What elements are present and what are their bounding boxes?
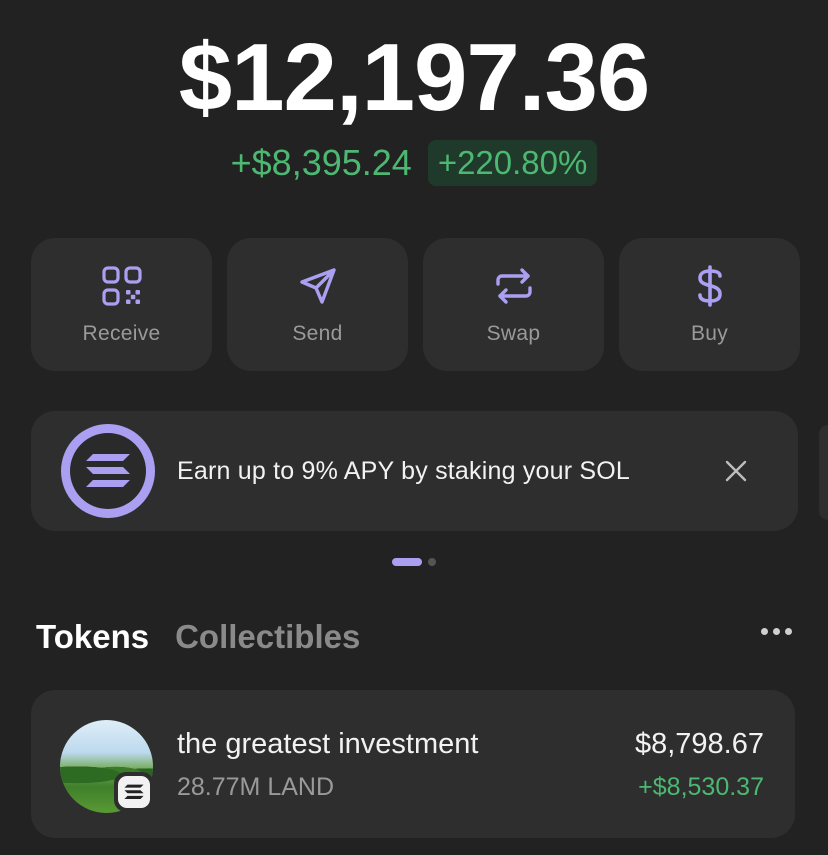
dollar-icon: [688, 264, 732, 308]
total-balance: $12,197.36: [178, 24, 650, 131]
wallet-home: $12,197.36 +$8,395.24 +220.80% Receive S…: [0, 0, 828, 855]
token-amount: 28.77M LAND: [177, 773, 335, 801]
pager-dot[interactable]: [428, 558, 436, 566]
token-change: +$8,530.37: [638, 773, 764, 801]
token-value: $8,798.67: [634, 728, 764, 760]
swap-button[interactable]: Swap: [423, 238, 604, 371]
qr-code-icon: [100, 264, 144, 308]
more-dot: [785, 628, 792, 635]
promo-text: Earn up to 9% APY by staking your SOL: [177, 457, 631, 485]
buy-button[interactable]: Buy: [619, 238, 800, 371]
close-icon[interactable]: [720, 455, 752, 487]
pager-dot-active: [392, 558, 422, 566]
send-button[interactable]: Send: [227, 238, 408, 371]
promo-pager: [392, 558, 436, 566]
buy-label: Buy: [690, 321, 729, 345]
asset-tabs: Tokens Collectibles: [36, 618, 360, 656]
more-dot: [761, 628, 768, 635]
send-label: Send: [292, 321, 343, 345]
receive-button[interactable]: Receive: [31, 238, 212, 371]
receive-label: Receive: [82, 321, 161, 345]
swap-icon: [492, 264, 536, 308]
balance-change-row: +$8,395.24 +220.80%: [0, 140, 828, 186]
next-promo-card-edge[interactable]: [819, 425, 828, 520]
action-buttons: Receive Send Swap Buy: [31, 238, 800, 371]
token-name: the greatest investment: [177, 728, 479, 760]
more-options-button[interactable]: [761, 628, 792, 635]
balance-change-percent-badge: +220.80%: [427, 140, 598, 186]
send-icon: [296, 264, 340, 308]
token-row[interactable]: the greatest investment 28.77M LAND $8,7…: [31, 690, 795, 838]
balance-change-amount: +$8,395.24: [230, 142, 412, 183]
tab-tokens[interactable]: Tokens: [36, 618, 149, 656]
swap-label: Swap: [486, 321, 541, 345]
solana-chain-badge-icon: [114, 772, 154, 812]
staking-promo-banner[interactable]: Earn up to 9% APY by staking your SOL: [31, 411, 798, 531]
tab-collectibles[interactable]: Collectibles: [175, 618, 360, 656]
solana-logo-icon: [61, 424, 155, 518]
more-dot: [773, 628, 780, 635]
